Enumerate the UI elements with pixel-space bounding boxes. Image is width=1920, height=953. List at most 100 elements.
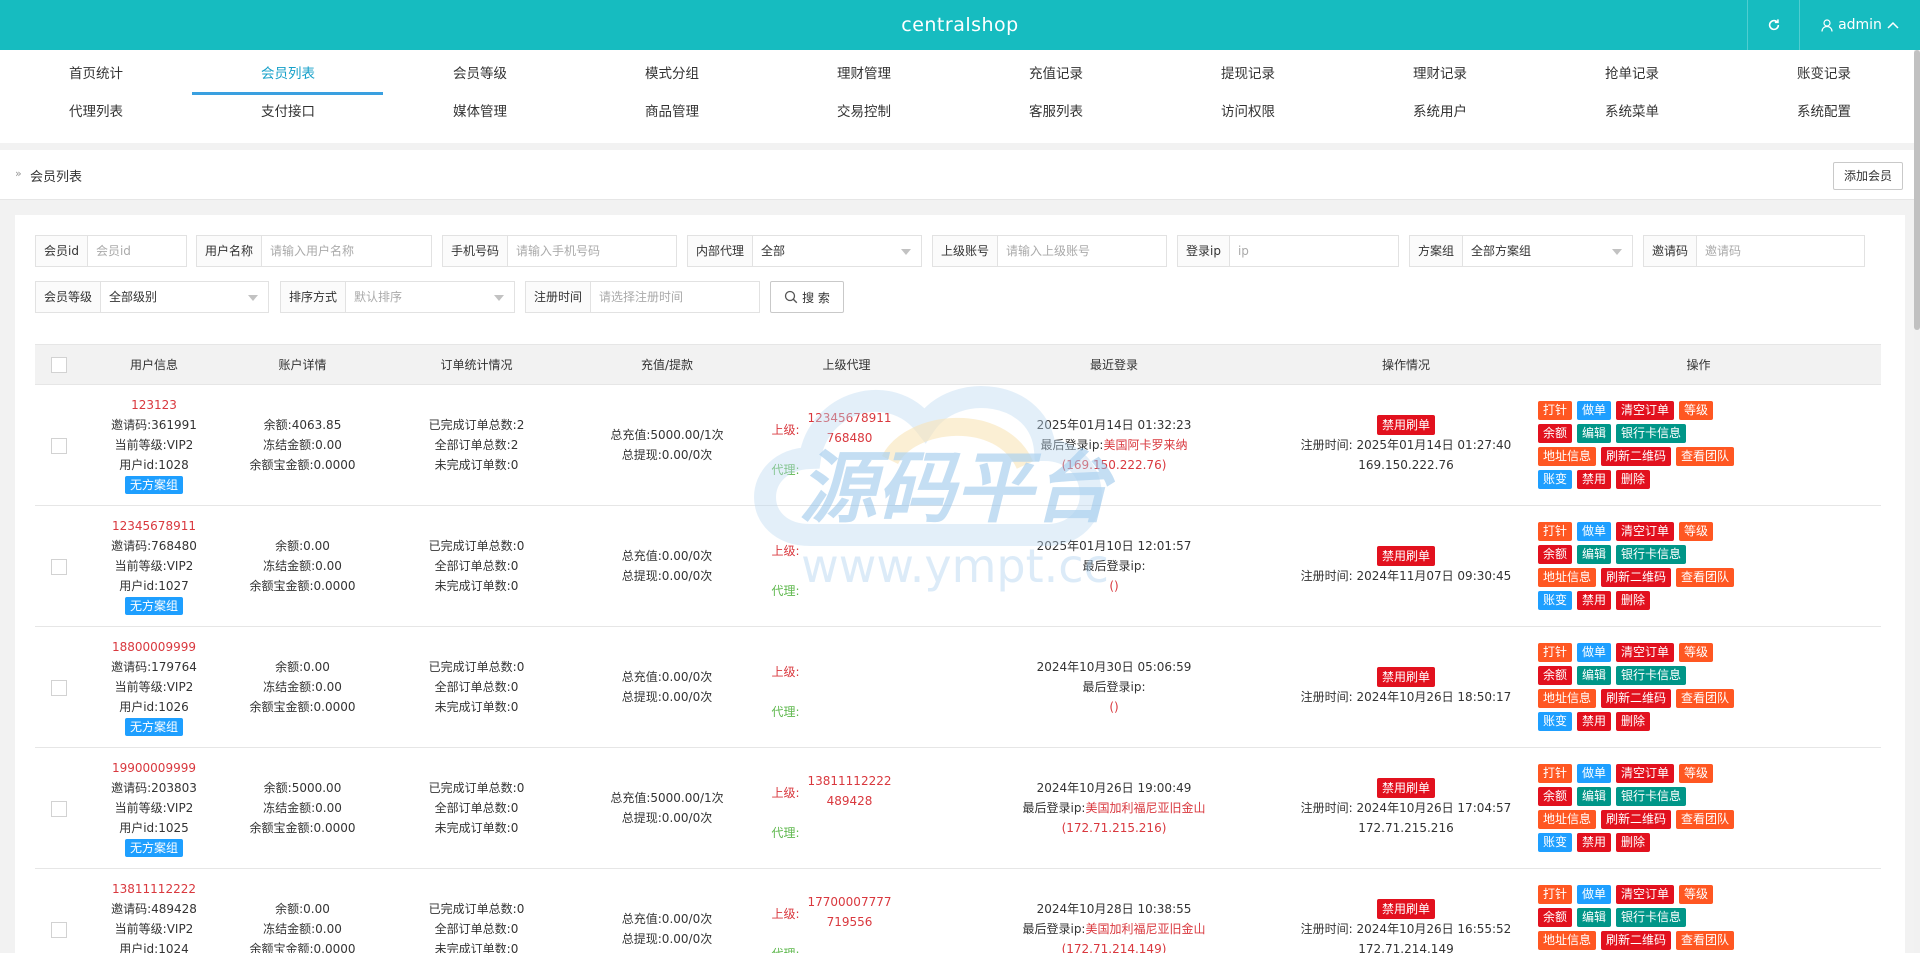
action-button[interactable]: 账变 <box>1538 712 1573 731</box>
user-menu[interactable]: admin <box>1799 0 1920 50</box>
disable-order-badge[interactable]: 禁用刷单 <box>1376 778 1435 798</box>
nav-item[interactable]: 充值记录 <box>960 60 1152 88</box>
action-button[interactable]: 编辑 <box>1577 908 1612 927</box>
action-button[interactable]: 等级 <box>1679 643 1714 662</box>
action-button[interactable]: 查看团队 <box>1676 568 1735 587</box>
action-button[interactable]: 做单 <box>1577 522 1612 541</box>
add-member-button[interactable]: 添加会员 <box>1833 162 1903 190</box>
action-button[interactable]: 银行卡信息 <box>1616 908 1687 927</box>
username-input[interactable] <box>262 236 431 266</box>
nav-item[interactable]: 账变记录 <box>1728 60 1920 88</box>
action-button[interactable]: 余额 <box>1538 787 1573 806</box>
member-id-input[interactable] <box>87 236 186 266</box>
action-button[interactable]: 余额 <box>1538 424 1573 443</box>
search-button[interactable]: 搜 索 <box>770 281 844 313</box>
disable-order-badge[interactable]: 禁用刷单 <box>1376 546 1435 566</box>
invite-code-input[interactable] <box>1697 236 1864 266</box>
action-button[interactable]: 余额 <box>1538 908 1573 927</box>
action-button[interactable]: 刷新二维码 <box>1601 931 1672 950</box>
parent-value[interactable]: 13811112222 489428 <box>808 771 892 811</box>
action-button[interactable]: 禁用 <box>1577 591 1612 610</box>
action-button[interactable]: 清空订单 <box>1616 522 1675 541</box>
action-button[interactable]: 删除 <box>1616 591 1651 610</box>
action-button[interactable]: 做单 <box>1577 885 1612 904</box>
action-button[interactable]: 清空订单 <box>1616 643 1675 662</box>
action-button[interactable]: 等级 <box>1679 401 1714 420</box>
nav-item[interactable]: 会员列表 <box>192 60 384 88</box>
action-button[interactable]: 打针 <box>1538 401 1573 420</box>
action-button[interactable]: 刷新二维码 <box>1601 568 1672 587</box>
nav-item[interactable]: 首页统计 <box>0 60 192 88</box>
select-all-checkbox[interactable] <box>51 356 67 373</box>
action-button[interactable]: 做单 <box>1577 643 1612 662</box>
action-button[interactable]: 打针 <box>1538 522 1573 541</box>
action-button[interactable]: 地址信息 <box>1538 689 1597 708</box>
action-button[interactable]: 做单 <box>1577 401 1612 420</box>
action-button[interactable]: 查看团队 <box>1676 931 1735 950</box>
action-button[interactable]: 银行卡信息 <box>1616 545 1687 564</box>
row-checkbox[interactable] <box>51 679 67 696</box>
sort-select[interactable]: 默认排序 <box>346 282 514 312</box>
action-button[interactable]: 等级 <box>1679 522 1714 541</box>
action-button[interactable]: 编辑 <box>1577 424 1612 443</box>
action-button[interactable]: 清空订单 <box>1616 764 1675 783</box>
nav-item[interactable]: 系统配置 <box>1728 98 1920 126</box>
agent-select[interactable]: 全部 <box>753 236 921 266</box>
page-scrollbar[interactable] <box>1914 50 1920 953</box>
action-button[interactable]: 账变 <box>1538 591 1573 610</box>
action-button[interactable]: 查看团队 <box>1676 810 1735 829</box>
action-button[interactable]: 银行卡信息 <box>1616 666 1687 685</box>
parent-value[interactable]: 12345678911 768480 <box>808 408 892 448</box>
action-button[interactable]: 编辑 <box>1577 666 1612 685</box>
row-checkbox[interactable] <box>51 558 67 575</box>
action-button[interactable]: 禁用 <box>1577 712 1612 731</box>
disable-order-badge[interactable]: 禁用刷单 <box>1376 415 1435 435</box>
disable-order-badge[interactable]: 禁用刷单 <box>1376 899 1435 919</box>
login-ip-input[interactable] <box>1229 236 1398 266</box>
plan-group-select[interactable]: 全部方案组 <box>1463 236 1632 266</box>
action-button[interactable]: 银行卡信息 <box>1616 787 1687 806</box>
nav-item[interactable]: 会员等级 <box>384 60 576 88</box>
parent-value[interactable]: 17700007777 719556 <box>808 892 892 932</box>
nav-item[interactable]: 提现记录 <box>1152 60 1344 88</box>
disable-order-badge[interactable]: 禁用刷单 <box>1376 667 1435 687</box>
action-button[interactable]: 删除 <box>1616 833 1651 852</box>
action-button[interactable]: 删除 <box>1616 712 1651 731</box>
reg-time-input[interactable] <box>591 282 759 312</box>
action-button[interactable]: 刷新二维码 <box>1601 689 1672 708</box>
nav-item[interactable]: 支付接口 <box>192 98 384 126</box>
action-button[interactable]: 刷新二维码 <box>1601 447 1672 466</box>
nav-item[interactable]: 理财记录 <box>1344 60 1536 88</box>
scrollbar-thumb[interactable] <box>1914 50 1920 330</box>
action-button[interactable]: 做单 <box>1577 764 1612 783</box>
action-button[interactable]: 删除 <box>1616 470 1651 489</box>
refresh-button[interactable] <box>1747 0 1799 50</box>
nav-item[interactable]: 代理列表 <box>0 98 192 126</box>
action-button[interactable]: 禁用 <box>1577 833 1612 852</box>
nav-item[interactable]: 系统菜单 <box>1536 98 1728 126</box>
nav-item[interactable]: 商品管理 <box>576 98 768 126</box>
nav-item[interactable]: 抢单记录 <box>1536 60 1728 88</box>
nav-item[interactable]: 客服列表 <box>960 98 1152 126</box>
action-button[interactable]: 账变 <box>1538 470 1573 489</box>
action-button[interactable]: 地址信息 <box>1538 810 1597 829</box>
nav-item[interactable]: 访问权限 <box>1152 98 1344 126</box>
action-button[interactable]: 余额 <box>1538 545 1573 564</box>
nav-item[interactable]: 交易控制 <box>768 98 960 126</box>
action-button[interactable]: 地址信息 <box>1538 447 1597 466</box>
action-button[interactable]: 清空订单 <box>1616 885 1675 904</box>
action-button[interactable]: 打针 <box>1538 764 1573 783</box>
row-checkbox[interactable] <box>51 800 67 817</box>
member-level-select[interactable]: 全部级别 <box>101 282 268 312</box>
action-button[interactable]: 银行卡信息 <box>1616 424 1687 443</box>
action-button[interactable]: 打针 <box>1538 885 1573 904</box>
action-button[interactable]: 地址信息 <box>1538 568 1597 587</box>
nav-item[interactable]: 模式分组 <box>576 60 768 88</box>
action-button[interactable]: 余额 <box>1538 666 1573 685</box>
parent-account-input[interactable] <box>998 236 1166 266</box>
action-button[interactable]: 查看团队 <box>1676 689 1735 708</box>
nav-item[interactable]: 媒体管理 <box>384 98 576 126</box>
action-button[interactable]: 编辑 <box>1577 545 1612 564</box>
action-button[interactable]: 清空订单 <box>1616 401 1675 420</box>
action-button[interactable]: 编辑 <box>1577 787 1612 806</box>
